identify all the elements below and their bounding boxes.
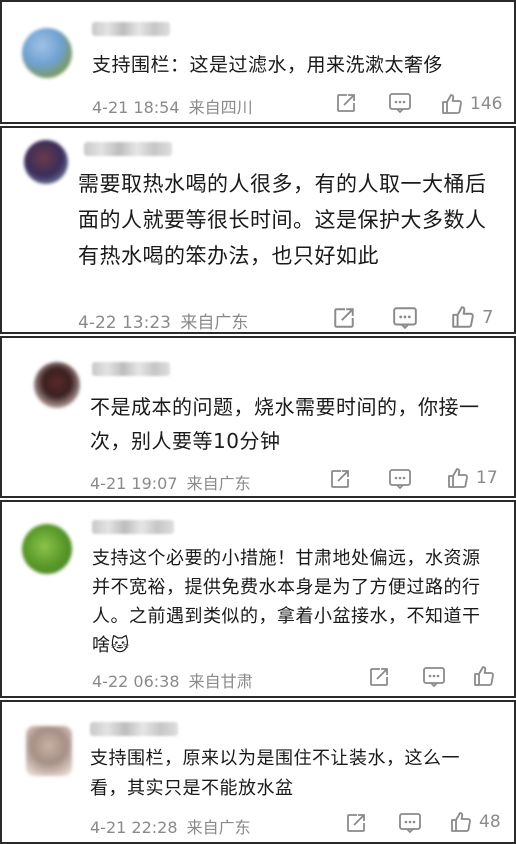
username-blurred[interactable] [84, 142, 172, 156]
comment-date: 4-21 22:28 [90, 818, 178, 837]
like-count: 7 [482, 306, 494, 328]
thumbs-up-icon [448, 468, 468, 488]
comment-location: 来自甘肃 [188, 672, 253, 691]
comment-icon [389, 93, 411, 114]
comment-date: 4-22 06:38 [92, 672, 180, 691]
comment-icon [393, 307, 417, 330]
share-button[interactable] [335, 92, 357, 114]
share-icon [347, 814, 365, 832]
share-button[interactable] [332, 306, 356, 330]
share-icon [337, 94, 355, 112]
comment-date: 4-21 19:07 [90, 474, 178, 493]
comment-card-2: 需要取热水喝的人很多，有的人取一大桶后面的人就要等很长时间。这是保护大多数人有热… [0, 126, 516, 334]
comment-meta: 4-21 22:28 来自广东 [90, 814, 251, 838]
comment-date: 4-22 13:23 [78, 313, 171, 333]
like-button[interactable]: 7 [450, 304, 493, 330]
thumbs-up-icon [442, 94, 462, 114]
like-button[interactable]: 48 [449, 810, 501, 834]
comment-meta: 4-22 06:38 来自甘肃 [92, 668, 253, 692]
comment-icon [389, 469, 411, 490]
share-icon [331, 470, 349, 488]
thumbs-up-icon [474, 666, 494, 686]
avatar[interactable] [22, 524, 72, 574]
reply-button[interactable] [398, 812, 422, 834]
comment-location: 来自广东 [186, 474, 251, 493]
reply-button[interactable] [388, 92, 412, 114]
like-button[interactable] [472, 664, 502, 688]
username-blurred[interactable] [90, 722, 178, 736]
comment-text: 支持这个必要的小措施！甘肃地处偏远，水资源并不宽裕，提供免费水本身是为了方便过路… [92, 548, 481, 656]
like-count: 146 [470, 94, 503, 114]
username-blurred[interactable] [92, 22, 170, 36]
avatar[interactable] [22, 28, 72, 78]
share-icon [334, 308, 354, 328]
comment-date: 4-21 18:54 [92, 98, 180, 117]
comment-location: 来自四川 [188, 98, 253, 117]
comment-meta: 4-21 18:54 来自四川 [92, 94, 253, 118]
avatar[interactable] [24, 140, 68, 184]
reply-button[interactable] [388, 468, 412, 490]
like-button[interactable]: 17 [446, 466, 498, 490]
like-count: 48 [479, 812, 501, 832]
avatar[interactable] [26, 726, 72, 776]
avatar[interactable] [34, 362, 80, 408]
like-count: 17 [476, 468, 498, 488]
share-button[interactable] [329, 468, 351, 490]
thumbs-up-icon [452, 306, 474, 328]
comment-card-1: 支持围栏：这是过滤水，用来洗漱太奢侈 4-21 18:54 来自四川 146 [0, 0, 516, 124]
username-blurred[interactable] [92, 520, 174, 534]
comment-text: 支持围栏：这是过滤水，用来洗漱太奢侈 [92, 54, 444, 76]
like-button[interactable]: 146 [440, 92, 502, 116]
comment-meta: 4-21 19:07 来自广东 [90, 470, 251, 494]
comment-icon [423, 667, 445, 688]
comment-text: 不是成本的问题，烧水需要时间的，你接一次，别人要等10分钟 [90, 395, 480, 453]
comment-card-5: 支持围栏，原来以为是围住不让装水，这么一看，其实只是不能放水盆 4-21 22:… [0, 700, 516, 844]
comment-location: 来自广东 [186, 818, 251, 837]
comment-text: 支持围栏，原来以为是围住不让装水，这么一看，其实只是不能放水盆 [90, 748, 460, 799]
comment-text: 需要取热水喝的人很多，有的人取一大桶后面的人就要等很长时间。这是保护大多数人有热… [78, 172, 487, 268]
share-button[interactable] [368, 666, 390, 688]
reply-button[interactable] [392, 306, 418, 330]
comment-card-3: 不是成本的问题，烧水需要时间的，你接一次，别人要等10分钟 4-21 19:07… [0, 336, 516, 498]
comment-location: 来自广东 [180, 313, 249, 333]
comment-meta: 4-22 13:23 来自广东 [78, 308, 249, 333]
comment-icon [399, 813, 421, 834]
username-blurred[interactable] [92, 362, 170, 376]
reply-button[interactable] [422, 666, 446, 688]
share-icon [370, 668, 388, 686]
comment-card-4: 支持这个必要的小措施！甘肃地处偏远，水资源并不宽裕，提供免费水本身是为了方便过路… [0, 500, 516, 698]
thumbs-up-icon [451, 812, 471, 832]
share-button[interactable] [345, 812, 367, 834]
